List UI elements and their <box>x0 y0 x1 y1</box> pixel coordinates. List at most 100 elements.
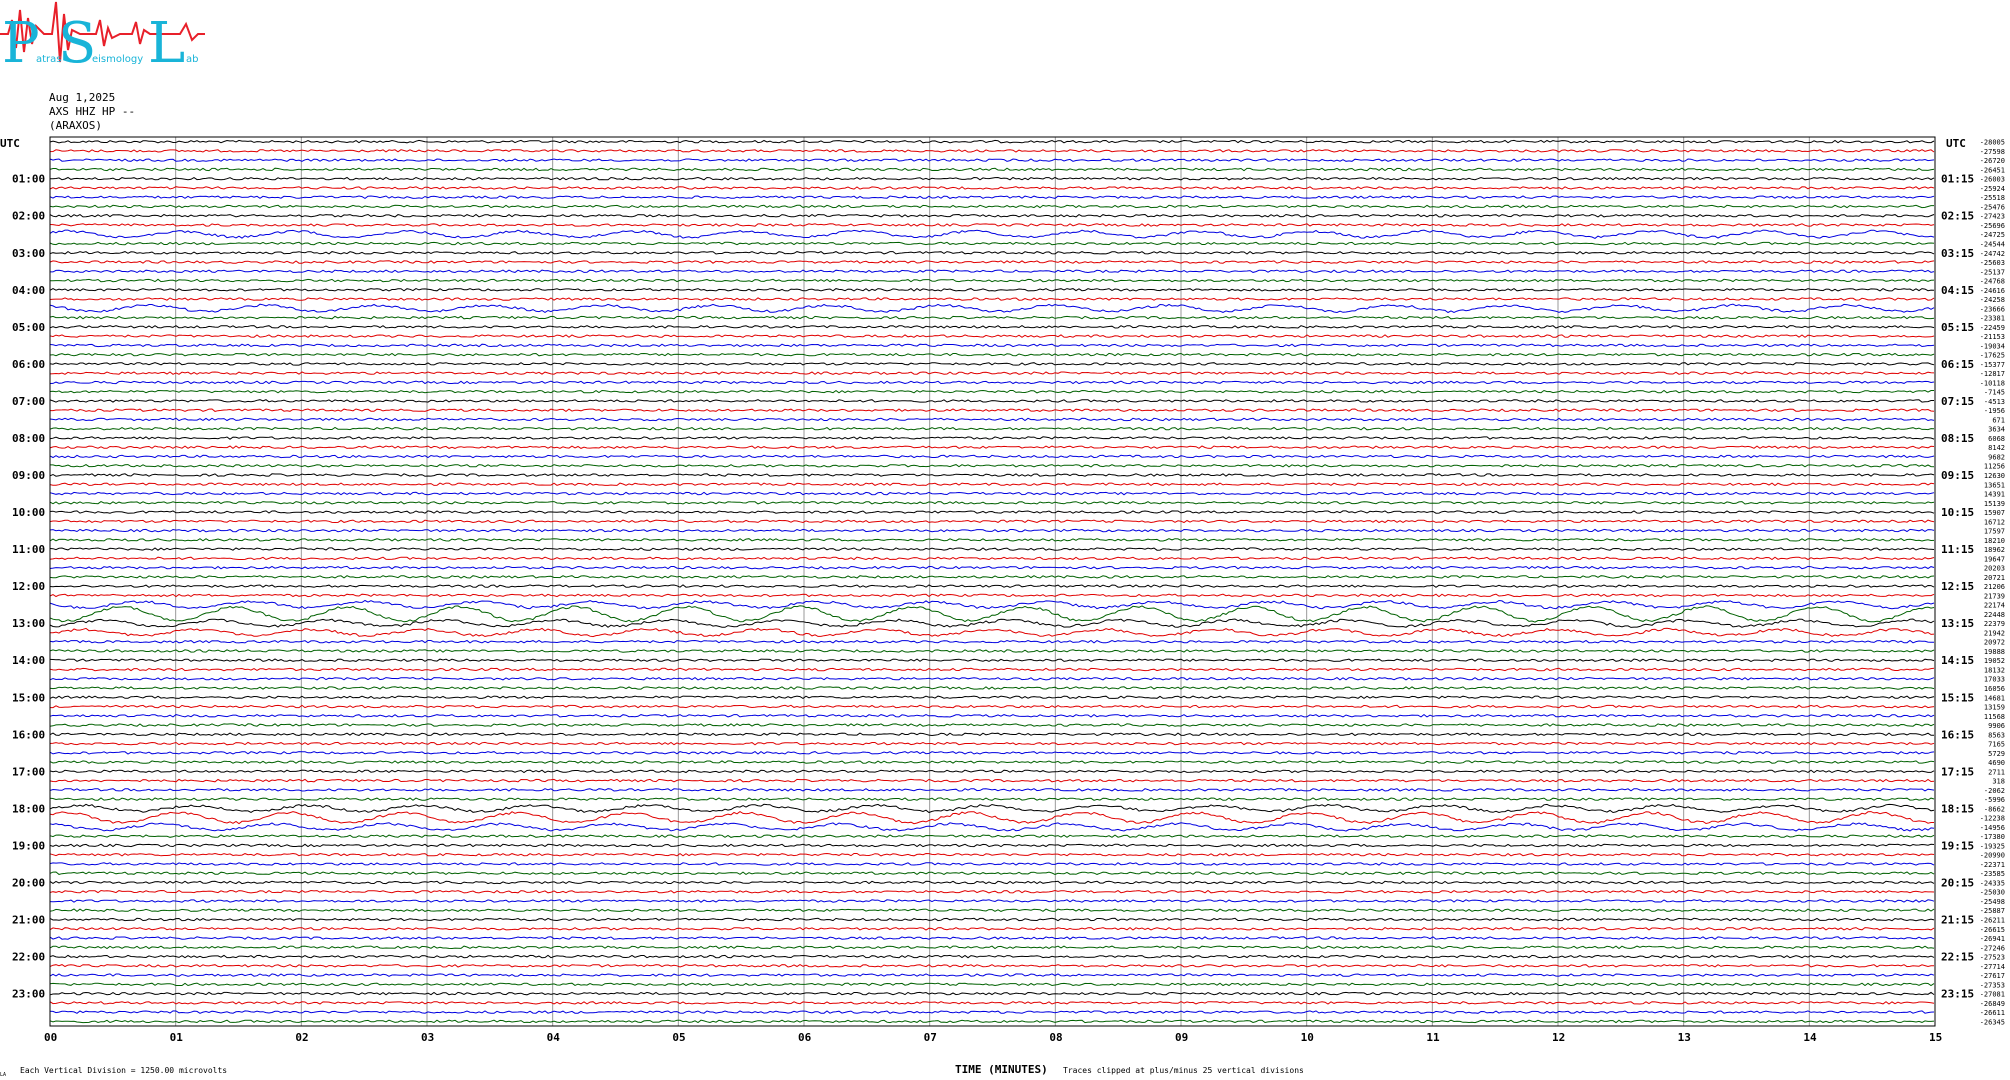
trace-offset-label: -25476 <box>1980 203 2005 211</box>
trace-offset-label: -1956 <box>1984 407 2005 415</box>
hour-label-right: 23:15 <box>1941 988 1974 1001</box>
hour-label-right: 22:15 <box>1941 951 1974 964</box>
hour-label-left: 17:00 <box>12 765 45 778</box>
trace-row <box>49 811 1934 825</box>
trace-row <box>49 343 1935 348</box>
trace-row <box>49 676 1935 681</box>
trace-offset-label: 22448 <box>1984 611 2005 619</box>
trace-row <box>49 454 1935 459</box>
trace-row <box>49 1001 1935 1005</box>
trace-offset-label: -24335 <box>1980 879 2005 887</box>
trace-row <box>49 760 1935 764</box>
hour-labels-right: 01:15 02:15 03:15 04:15 05:15 06:15 07:15 08:15… <box>1941 173 1974 1001</box>
x-tick-label-04: 04 <box>547 1031 561 1044</box>
trace-row <box>49 982 1935 987</box>
x-tick-label-10: 10 <box>1301 1031 1314 1044</box>
trace-row <box>49 797 1935 801</box>
hour-label-left: 02:00 <box>12 210 45 223</box>
trace-offset-label: -25603 <box>1980 259 2005 267</box>
trace-row <box>50 704 1935 709</box>
trace-row <box>49 852 1935 857</box>
trace-row <box>49 417 1935 422</box>
trace-row <box>49 639 1934 644</box>
trace-row <box>49 649 1935 653</box>
hour-label-left: 05:00 <box>12 321 45 334</box>
trace-offset-label: -25498 <box>1980 898 2005 906</box>
trace-offset-label: 14681 <box>1984 694 2005 702</box>
hour-label-left: 03:00 <box>12 247 45 260</box>
trace-offset-label: -21153 <box>1980 333 2005 341</box>
x-tick-label-01: 01 <box>170 1031 184 1044</box>
x-tick-label-09: 09 <box>1175 1031 1188 1044</box>
hour-label-left: 07:00 <box>12 395 45 408</box>
trace-offset-label: -23585 <box>1980 870 2005 878</box>
hour-label-left: 09:00 <box>12 469 45 482</box>
trace-offset-label: -19325 <box>1980 842 2005 850</box>
trace-offset-label: -27598 <box>1980 148 2005 156</box>
trace-offset-label: 20721 <box>1984 574 2005 582</box>
trace-row <box>49 926 1935 931</box>
corner-mark: LA <box>0 1072 6 1078</box>
hour-label-left: 12:00 <box>12 580 45 593</box>
trace-row <box>49 769 1935 774</box>
hour-label-left: 04:00 <box>12 284 45 297</box>
trace-row <box>49 686 1935 690</box>
trace-offset-label: 19052 <box>1984 657 2005 665</box>
trace-row <box>49 315 1935 320</box>
trace-row <box>49 491 1935 496</box>
hour-label-right: 19:15 <box>1941 839 1974 852</box>
trace-offset-label: -26211 <box>1980 917 2005 925</box>
x-tick-label-12: 12 <box>1552 1031 1565 1044</box>
trace-offset-label: -17380 <box>1980 833 2005 841</box>
trace-row <box>49 528 1935 533</box>
hour-label-left: 11:00 <box>12 543 45 556</box>
trace-offset-label: 11256 <box>1984 463 2005 471</box>
trace-offset-label: -8662 <box>1984 805 2005 813</box>
trace-row <box>49 880 1935 885</box>
trace-row <box>49 482 1935 487</box>
trace-offset-label: 3634 <box>1988 426 2005 434</box>
trace-row <box>49 741 1935 746</box>
trace-offset-label: -25137 <box>1980 268 2005 276</box>
trace-row <box>49 538 1935 542</box>
trace-row <box>49 149 1935 153</box>
trace-offset-label: -23666 <box>1980 305 2005 313</box>
trace-offset-label: -10118 <box>1980 379 2005 387</box>
trace-offset-label: -27081 <box>1980 991 2005 999</box>
trace-offset-label: 9682 <box>1988 453 2005 461</box>
hour-label-right: 04:15 <box>1941 284 1974 297</box>
trace-offset-label: 19888 <box>1984 648 2005 656</box>
x-tick-label-03: 03 <box>421 1031 434 1044</box>
hour-label-right: 07:15 <box>1941 395 1974 408</box>
trace-row <box>49 303 1935 314</box>
trace-offset-label: 318 <box>1992 778 2005 786</box>
trace-row <box>49 325 1935 329</box>
trace-offset-label: 4690 <box>1988 759 2005 767</box>
trace-offset-label: -26615 <box>1980 926 2005 934</box>
trace-row <box>49 389 1934 394</box>
x-tick-label-00: 00 <box>44 1031 57 1044</box>
trace-offset-label: -25924 <box>1980 185 2005 193</box>
trace-row <box>49 713 1935 718</box>
hour-label-right: 06:15 <box>1941 358 1974 371</box>
trace-offset-labels: -28005-27598-26720-26451 -26003-25924-255… <box>1980 139 2005 1027</box>
trace-offset-label: -26941 <box>1980 935 2005 943</box>
hour-label-left: 13:00 <box>12 617 45 630</box>
trace-offset-label: -25696 <box>1980 222 2005 230</box>
hour-label-right: 12:15 <box>1941 580 1974 593</box>
trace-row <box>49 436 1935 440</box>
trace-offset-label: -26345 <box>1980 1018 2005 1026</box>
trace-offset-label: 7165 <box>1988 741 2005 749</box>
trace-row <box>49 1010 1935 1014</box>
trace-offset-label: 16056 <box>1984 685 2005 693</box>
scale-note: Each Vertical Division = 1250.00 microvo… <box>20 1066 227 1075</box>
utc-right-label: UTC <box>1946 137 1966 150</box>
trace-offset-label: 8563 <box>1988 731 2005 739</box>
hour-label-right: 18:15 <box>1941 802 1974 815</box>
x-tick-label-14: 14 <box>1803 1031 1817 1044</box>
trace-row <box>49 241 1935 246</box>
trace-offset-label: 5729 <box>1988 750 2005 758</box>
trace-offset-label: -20990 <box>1980 852 2005 860</box>
trace-row <box>49 899 1935 903</box>
trace-offset-label: 13159 <box>1984 704 2005 712</box>
